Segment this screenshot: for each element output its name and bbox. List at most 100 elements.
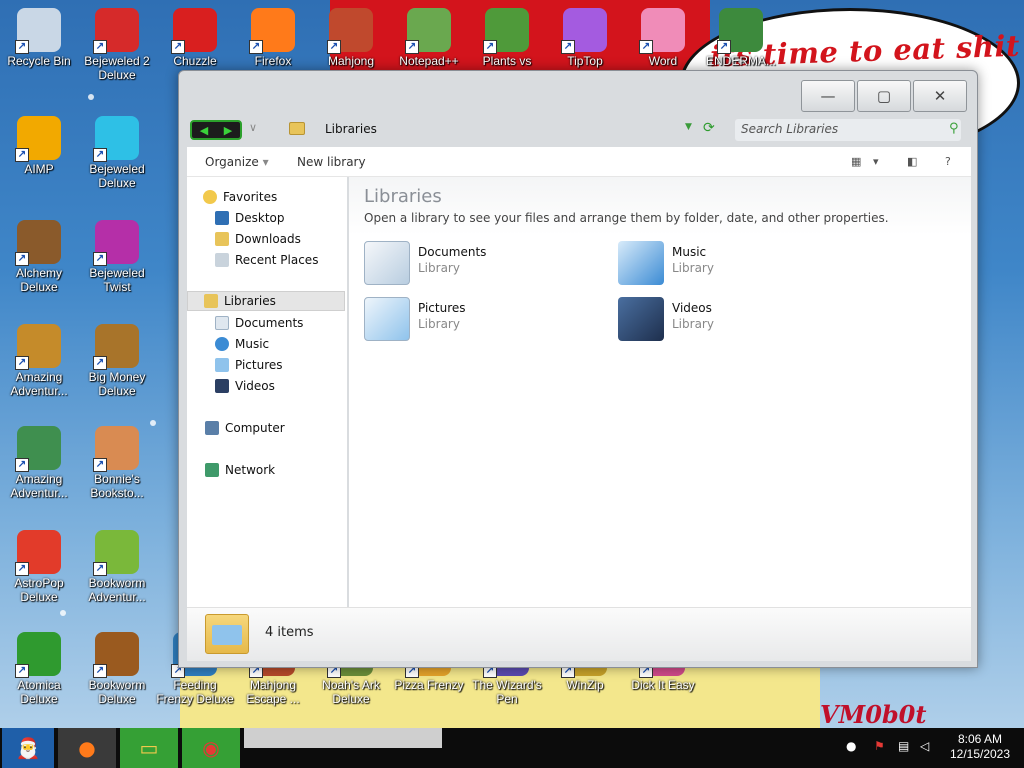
taskbar-clock[interactable]: 8:06 AM 12/15/2023 xyxy=(944,732,1016,762)
volume-icon[interactable]: ◁ xyxy=(920,739,929,753)
desktop-icon-label: Notepad++ xyxy=(399,54,459,68)
close-icon: ✕ xyxy=(933,87,947,105)
back-button[interactable]: ◀ xyxy=(200,124,208,137)
desktop-icon-alchemy[interactable]: ↗ Alchemy Deluxe xyxy=(0,220,78,294)
search-input[interactable]: Search Libraries xyxy=(735,119,961,141)
nav-libraries[interactable]: Libraries xyxy=(187,291,345,311)
plants-vs-zombies-icon: ↗ xyxy=(483,8,529,54)
new-library-button[interactable]: New library xyxy=(297,155,366,169)
star-icon xyxy=(203,190,217,204)
address-bar[interactable]: Libraries xyxy=(325,122,377,136)
desktop-icon-label: Plants vs xyxy=(482,54,532,68)
desktop-icon-word[interactable]: ↗ Word xyxy=(624,8,702,68)
start-button[interactable]: 🎅 xyxy=(2,728,54,768)
desktop-icon-bejeweled2[interactable]: ↗ Bejeweled 2 Deluxe xyxy=(78,8,156,82)
library-name: Videos xyxy=(672,301,712,315)
network-tray-icon[interactable]: ▤ xyxy=(898,739,909,753)
desktop-icon-label: Recycle Bin xyxy=(7,54,71,68)
desktop-icon-label: Alchemy Deluxe xyxy=(15,266,62,294)
nav-computer[interactable]: Computer xyxy=(205,418,363,438)
bejeweled-twist-icon: ↗ xyxy=(93,220,139,266)
help-icon[interactable]: ? xyxy=(945,155,951,168)
desktop-icon-amazing-adventures[interactable]: ↗ Amazing Adventur... xyxy=(0,324,78,398)
tiptop-icon: ↗ xyxy=(561,8,607,54)
maximize-button[interactable]: ▢ xyxy=(857,80,911,112)
library-item-documents[interactable]: Documents Library xyxy=(364,241,594,289)
shortcut-arrow-icon: ↗ xyxy=(15,356,29,370)
explorer-window[interactable]: — ▢ ✕ ◀ ▶ ∨ Libraries ▼ ⟳ Search Librari… xyxy=(178,70,978,668)
desktop-icon-label: Amazing Adventur... xyxy=(10,370,68,398)
shortcut-arrow-icon: ↗ xyxy=(717,40,731,54)
refresh-icon[interactable]: ⟳ xyxy=(703,120,715,136)
desktop-icon-big-money[interactable]: ↗ Big Money Deluxe xyxy=(78,324,156,398)
nav-network[interactable]: Network xyxy=(205,460,363,480)
desktop-icon-bookworm-adventures[interactable]: ↗ Bookworm Adventur... xyxy=(78,530,156,604)
desktop-icon-atomica[interactable]: ↗ Atomica Deluxe xyxy=(0,632,78,706)
desktop-icon-tiptop[interactable]: ↗ TipTop xyxy=(546,8,624,68)
desktop-icon-recycle-bin[interactable]: ↗ Recycle Bin xyxy=(0,8,78,68)
shortcut-arrow-icon: ↗ xyxy=(327,40,341,54)
chrome-icon: ◉ xyxy=(202,736,220,760)
search-icon[interactable]: ⚲ xyxy=(949,121,959,136)
library-item-music[interactable]: Music Library xyxy=(618,241,848,289)
taskbar-search-box[interactable] xyxy=(244,728,442,748)
desktop-icon-bejeweled-twist[interactable]: ↗ Bejeweled Twist xyxy=(78,220,156,294)
minimize-button[interactable]: — xyxy=(801,80,855,112)
item-count: 4 items xyxy=(265,625,314,640)
close-button[interactable]: ✕ xyxy=(913,80,967,112)
desktop-icon-bonnies-bookstore[interactable]: ↗ Bonnie's Booksto... xyxy=(78,426,156,500)
desktop-icon-firefox[interactable]: ↗ Firefox xyxy=(234,8,312,68)
library-item-pictures[interactable]: Pictures Library xyxy=(364,297,594,345)
music-library-icon xyxy=(618,241,664,285)
desktop-icon-bejeweled[interactable]: ↗ Bejeweled Deluxe xyxy=(78,116,156,190)
shortcut-arrow-icon: ↗ xyxy=(93,356,107,370)
shortcut-arrow-icon: ↗ xyxy=(93,252,107,266)
address-dropdown-icon[interactable]: ▼ xyxy=(685,122,692,132)
nav-item-label: Documents xyxy=(235,316,304,330)
desktop-icon-enderman[interactable]: ↗ ENDERMA... xyxy=(702,8,780,68)
documents-library-icon xyxy=(364,241,410,285)
desktop-icon-label: Word xyxy=(648,54,678,68)
nav-favorites[interactable]: Favorites xyxy=(203,187,361,207)
library-item-videos[interactable]: Videos Library xyxy=(618,297,848,345)
forward-button[interactable]: ▶ xyxy=(224,124,232,137)
pictures-icon xyxy=(215,358,229,372)
taskbar-chrome[interactable]: ◉ xyxy=(182,728,240,768)
desktop-icon-label: Bejeweled Twist xyxy=(89,266,145,294)
content-subtitle: Open a library to see your files and arr… xyxy=(364,211,889,225)
taskbar-firefox[interactable]: ● xyxy=(58,728,116,768)
flag-icon[interactable]: ⚑ xyxy=(874,739,885,753)
desktop-icon-chuzzle[interactable]: ↗ Chuzzle xyxy=(156,8,234,68)
firefox-icon: ● xyxy=(78,736,96,760)
libraries-icon xyxy=(204,294,218,308)
desktop-icon-label: Chuzzle xyxy=(173,54,217,68)
title-bar[interactable]: — ▢ ✕ xyxy=(179,71,977,121)
amazing-adventures-icon: ↗ xyxy=(15,324,61,370)
desktop-icon-astropop[interactable]: ↗ AstroPop Deluxe xyxy=(0,530,78,604)
nav-item-label: Desktop xyxy=(235,211,285,225)
pictures-library-icon xyxy=(364,297,410,341)
desktop-icon-label: Noah's Ark Deluxe xyxy=(322,678,380,706)
desktop-icon-aimp[interactable]: ↗ AIMP xyxy=(0,116,78,176)
preview-pane-icon[interactable]: ◧ xyxy=(907,155,917,168)
view-options-icon[interactable]: ▦ xyxy=(851,155,861,168)
desktop-icon-mahjong[interactable]: ↗ Mahjong xyxy=(312,8,390,68)
desktop-icon-plants-vs-zombies[interactable]: ↗ Plants vs xyxy=(468,8,546,68)
clock-time: 8:06 AM xyxy=(957,732,1003,746)
organize-label: Organize xyxy=(205,155,259,169)
desktop-icon-bookworm[interactable]: ↗ Bookworm Deluxe xyxy=(78,632,156,706)
tray-indicator-icon[interactable]: ● xyxy=(846,739,856,753)
desktop-icon-label: Mahjong xyxy=(327,54,375,68)
shortcut-arrow-icon: ↗ xyxy=(405,40,419,54)
organize-button[interactable]: Organize ▾ xyxy=(205,155,269,169)
taskbar-explorer[interactable]: ▭ xyxy=(120,728,178,768)
recent-pages-dropdown[interactable]: ∨ xyxy=(249,121,257,134)
shortcut-arrow-icon: ↗ xyxy=(15,664,29,678)
desktop-icon-amazing-adventures-2[interactable]: ↗ Amazing Adventur... xyxy=(0,426,78,500)
chevron-down-icon[interactable]: ▾ xyxy=(873,155,879,168)
notepadpp-icon: ↗ xyxy=(405,8,451,54)
shortcut-arrow-icon: ↗ xyxy=(483,40,497,54)
shortcut-arrow-icon: ↗ xyxy=(171,40,185,54)
chuzzle-icon: ↗ xyxy=(171,8,217,54)
desktop-icon-notepadpp[interactable]: ↗ Notepad++ xyxy=(390,8,468,68)
